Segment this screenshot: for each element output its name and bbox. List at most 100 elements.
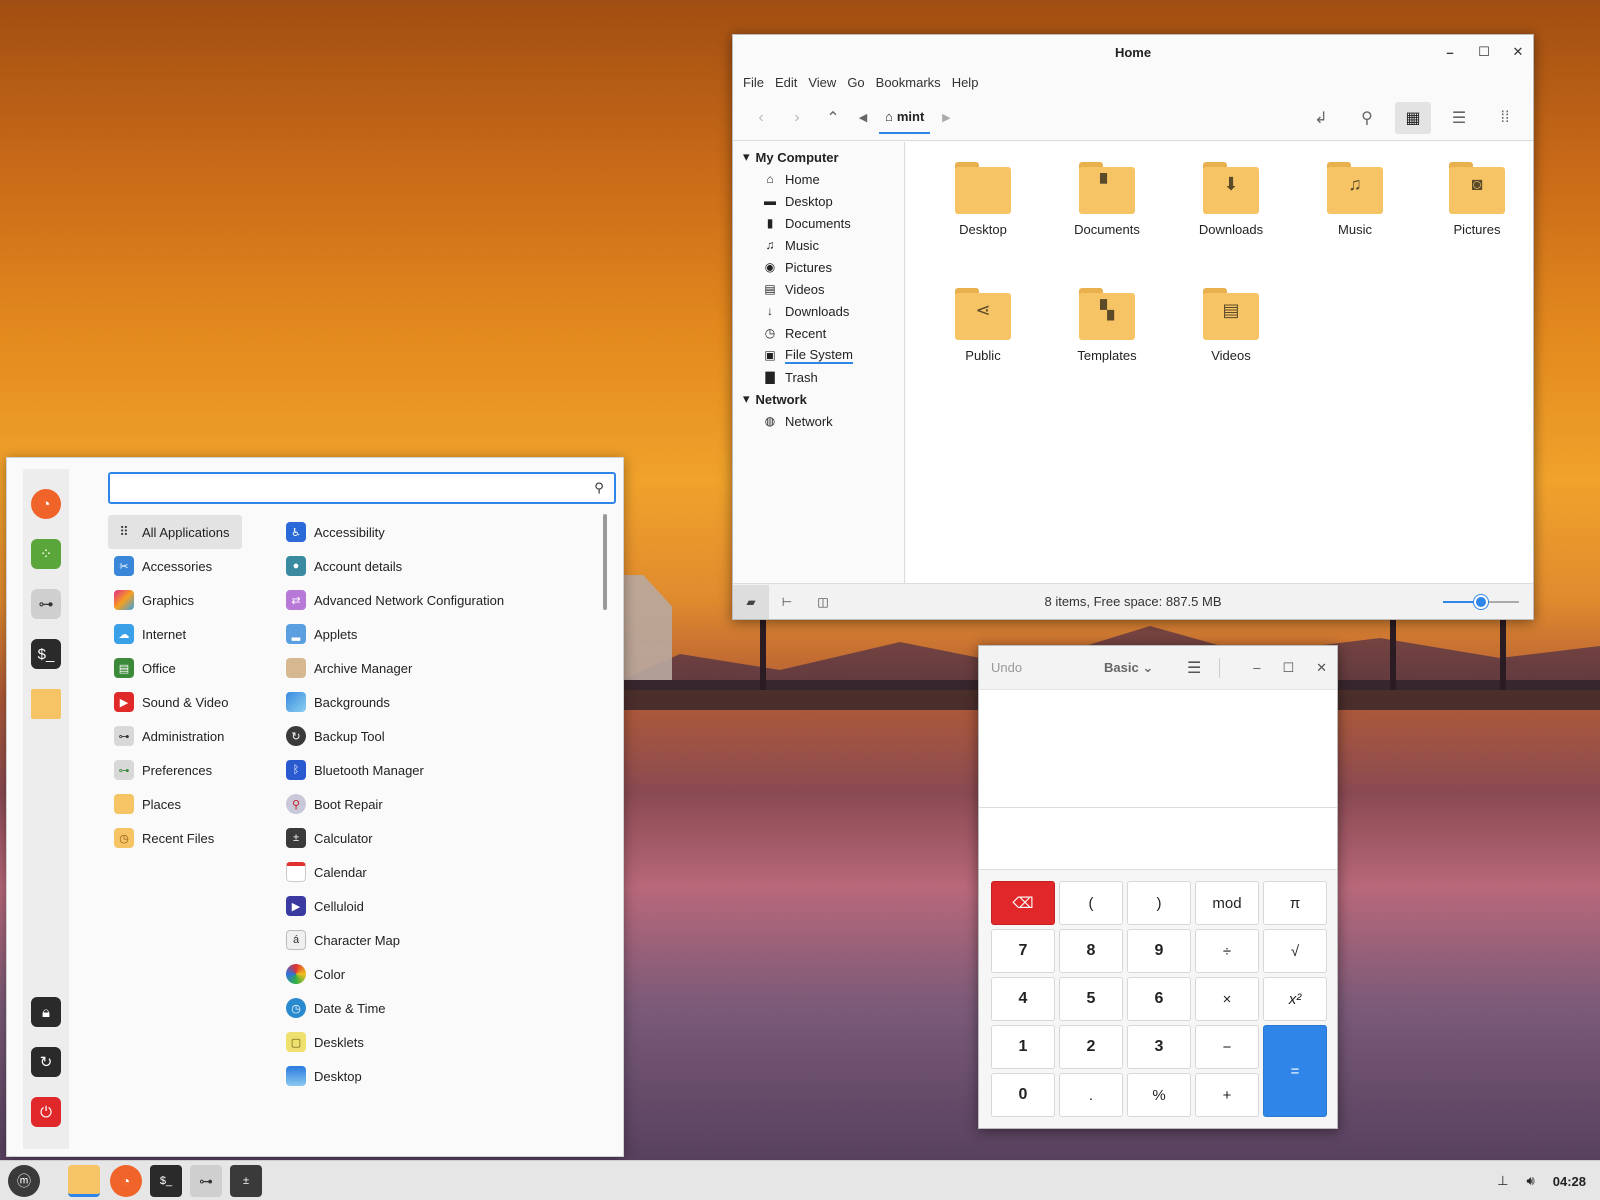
clock[interactable]: 04:28: [1553, 1174, 1586, 1189]
up-button[interactable]: ⌃: [815, 102, 851, 134]
sidebar-section-network[interactable]: ▾ Network: [733, 388, 904, 410]
mode-selector[interactable]: Basic ⌄: [1104, 660, 1153, 676]
digit-9-button[interactable]: 9: [1127, 929, 1191, 973]
multiply-button[interactable]: ×: [1195, 977, 1259, 1021]
app-celluloid[interactable]: ▶ Celluloid: [286, 889, 364, 923]
places-pane-button[interactable]: ▰: [733, 584, 769, 619]
close-button[interactable]: ✕: [1511, 44, 1525, 60]
firefox-icon[interactable]: ◔: [31, 489, 61, 519]
sidebar-item-downloads[interactable]: ↓ Downloads: [733, 300, 904, 322]
category-internet[interactable]: ☁ Internet: [108, 617, 242, 651]
breadcrumb-right-button[interactable]: ▶: [934, 102, 958, 134]
sidebar-item-desktop[interactable]: ▬ Desktop: [733, 190, 904, 212]
maximize-button[interactable]: ☐: [1282, 660, 1294, 676]
digit-3-button[interactable]: 3: [1127, 1025, 1191, 1069]
digit-5-button[interactable]: 5: [1059, 977, 1123, 1021]
breadcrumb-home[interactable]: ⌂ mint: [879, 102, 931, 134]
category-all-applications[interactable]: ⠿ All Applications: [108, 515, 242, 549]
sidebar-item-recent[interactable]: ◷ Recent: [733, 322, 904, 344]
add-button[interactable]: +: [1195, 1073, 1259, 1117]
app-calendar[interactable]: Calendar: [286, 855, 367, 889]
app-archive-manager[interactable]: Archive Manager: [286, 651, 412, 685]
search-button[interactable]: ⚲: [1349, 102, 1385, 134]
category-administration[interactable]: ⊶ Administration: [108, 719, 242, 753]
breadcrumb-left-button[interactable]: ◀: [851, 102, 875, 134]
terminal-icon[interactable]: $_: [31, 639, 61, 669]
app-calculator[interactable]: ± Calculator: [286, 821, 373, 855]
minimize-button[interactable]: –: [1253, 660, 1260, 676]
category-preferences[interactable]: ⊶ Preferences: [108, 753, 242, 787]
back-button[interactable]: ‹: [743, 102, 779, 134]
subtract-button[interactable]: −: [1195, 1025, 1259, 1069]
scrollbar[interactable]: [603, 514, 607, 610]
menu-bookmarks[interactable]: Bookmarks: [874, 75, 950, 90]
icon-view-button[interactable]: ▦: [1395, 102, 1431, 134]
tree-pane-button[interactable]: ⊢: [769, 585, 805, 619]
app-date-time[interactable]: ◷ Date & Time: [286, 991, 386, 1025]
open-paren-button[interactable]: (: [1059, 881, 1123, 925]
app-advanced-network-configuration[interactable]: ⇄ Advanced Network Configuration: [286, 583, 504, 617]
sidebar-item-music[interactable]: ♫ Music: [733, 234, 904, 256]
calculator-headerbar[interactable]: Undo Basic ⌄ ☰ – ☐ ✕: [979, 646, 1337, 690]
app-color[interactable]: Color: [286, 957, 345, 991]
app-applets[interactable]: ▂ Applets: [286, 617, 357, 651]
category-accessories[interactable]: ✂ Accessories: [108, 549, 242, 583]
app-account-details[interactable]: ● Account details: [286, 549, 402, 583]
menu-help[interactable]: Help: [950, 75, 988, 90]
close-paren-button[interactable]: ): [1127, 881, 1191, 925]
window-titlebar[interactable]: Home – ☐ ✕: [733, 35, 1533, 69]
minimize-button[interactable]: –: [1443, 45, 1457, 60]
hide-sidebar-button[interactable]: ◫: [805, 585, 841, 619]
lock-icon[interactable]: 🔒︎: [31, 997, 61, 1027]
search-input[interactable]: [122, 480, 584, 496]
folder-pictures[interactable]: ◙ Pictures: [1422, 142, 1532, 237]
logout-icon[interactable]: ↻: [31, 1047, 61, 1077]
menu-edit[interactable]: Edit: [773, 75, 806, 90]
backspace-button[interactable]: ⌫: [991, 881, 1055, 925]
digit-4-button[interactable]: 4: [991, 977, 1055, 1021]
compact-view-button[interactable]: ⁞⁞: [1487, 102, 1523, 134]
digit-8-button[interactable]: 8: [1059, 929, 1123, 973]
folder-documents[interactable]: ▘ Documents: [1052, 142, 1162, 237]
list-view-button[interactable]: ☰: [1441, 102, 1477, 134]
mod-button[interactable]: mod: [1195, 881, 1259, 925]
menu-file[interactable]: File: [741, 75, 773, 90]
folder-public[interactable]: ⋖ Public: [928, 268, 1038, 363]
terminal-icon[interactable]: $_: [150, 1165, 182, 1197]
app-character-map[interactable]: á Character Map: [286, 923, 400, 957]
folder-desktop[interactable]: Desktop: [928, 142, 1038, 237]
zoom-slider-handle[interactable]: [1474, 595, 1488, 609]
category-places[interactable]: Places: [108, 787, 242, 821]
folder-downloads[interactable]: ⬇ Downloads: [1176, 142, 1286, 237]
folder-templates[interactable]: ▚ Templates: [1052, 268, 1162, 363]
folder-icon[interactable]: [31, 689, 61, 719]
category-office[interactable]: ▤ Office: [108, 651, 242, 685]
equals-button[interactable]: =: [1263, 1025, 1327, 1117]
settings-toggle-icon[interactable]: ⊶: [190, 1165, 222, 1197]
app-backup-tool[interactable]: ↻ Backup Tool: [286, 719, 385, 753]
divide-button[interactable]: ÷: [1195, 929, 1259, 973]
calculator-icon[interactable]: ±: [230, 1165, 262, 1197]
settings-toggle-icon[interactable]: ⊶: [31, 589, 61, 619]
category-sound-video[interactable]: ▶ Sound & Video: [108, 685, 242, 719]
category-graphics[interactable]: Graphics: [108, 583, 242, 617]
power-icon[interactable]: ⏻: [31, 1097, 61, 1127]
digit-6-button[interactable]: 6: [1127, 977, 1191, 1021]
app-backgrounds[interactable]: Backgrounds: [286, 685, 390, 719]
sqrt-button[interactable]: √: [1263, 929, 1327, 973]
network-icon[interactable]: ⊥: [1497, 1173, 1508, 1189]
percent-button[interactable]: %: [1127, 1073, 1191, 1117]
volume-icon[interactable]: 🔊︎: [1527, 1173, 1535, 1189]
sidebar-item-videos[interactable]: ▤ Videos: [733, 278, 904, 300]
digit-1-button[interactable]: 1: [991, 1025, 1055, 1069]
app-desktop[interactable]: Desktop: [286, 1059, 362, 1093]
equation-entry[interactable]: [979, 808, 1337, 870]
folder-music[interactable]: ♫ Music: [1300, 142, 1410, 237]
undo-button[interactable]: Undo: [991, 660, 1022, 675]
files-icon[interactable]: [68, 1165, 100, 1197]
close-button[interactable]: ✕: [1316, 660, 1327, 676]
category-recent-files[interactable]: ◷ Recent Files: [108, 821, 242, 855]
menu-view[interactable]: View: [806, 75, 845, 90]
decimal-point-button[interactable]: .: [1059, 1073, 1123, 1117]
sidebar-item-home[interactable]: ⌂ Home: [733, 168, 904, 190]
